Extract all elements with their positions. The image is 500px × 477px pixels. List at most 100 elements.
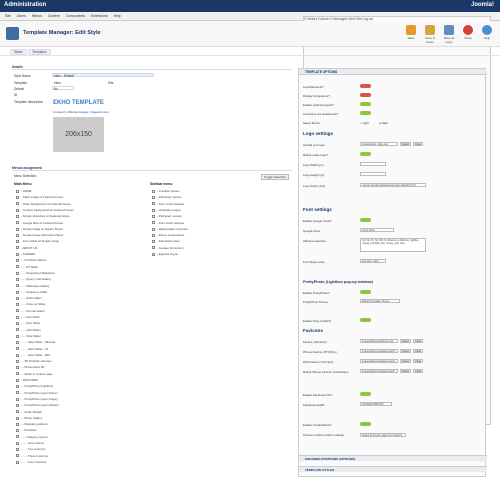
checkbox[interactable] [16, 397, 19, 401]
checkbox[interactable] [16, 441, 19, 445]
checkbox[interactable] [16, 227, 19, 231]
list-item[interactable]: - HOME [16, 189, 31, 193]
list-item[interactable]: - Dum sociis natoque [152, 221, 184, 225]
iphone-select-button[interactable]: Select [400, 349, 412, 353]
author-link[interactable]: Marius Hogas / hogash.com [69, 110, 109, 114]
list-item[interactable]: - Intro article w/ Simple image [16, 239, 59, 243]
affected-selectors-textarea[interactable]: h1, h2, h3, h4, h5, h6, #menu a, #submit… [360, 238, 426, 252]
list-item[interactable]: - Parhaved montes [152, 195, 181, 199]
checkbox[interactable] [16, 252, 19, 256]
retina-favicon-input[interactable]: images/favicons/apple-touch... [360, 369, 398, 373]
save-button[interactable]: Save [402, 25, 420, 40]
checkbox[interactable] [16, 214, 19, 218]
list-item[interactable]: - Video background w/ Featured boxes [16, 202, 71, 206]
menu-site[interactable]: Site [5, 14, 11, 18]
list-item[interactable]: - - - FP Slider [16, 265, 38, 269]
menu-content[interactable]: Content [48, 14, 60, 18]
list-item[interactable]: - Gesque fermentum [152, 246, 184, 250]
tipsy-tooltips-toggle[interactable] [360, 318, 371, 322]
retina-clear-button[interactable]: Clear [413, 369, 424, 373]
list-item[interactable]: - - PrettyPhoto (open image) [16, 397, 57, 401]
list-item[interactable]: - Simple image w/ Square Boxes [16, 227, 63, 231]
theme-dark-radio[interactable]: ● Dark [379, 121, 388, 125]
menu-extensions[interactable]: Extensions [91, 14, 108, 18]
ipad-select-button[interactable]: Select [400, 359, 412, 363]
template-styles-heading[interactable]: TEMPLATE STYLES [299, 466, 487, 472]
list-item[interactable]: - - - - Three Columns [16, 454, 48, 458]
checkbox[interactable] [16, 353, 19, 357]
font-styles-input[interactable]: font-size: 14px [360, 259, 386, 263]
list-item[interactable]: - - Photomatrix 3D [16, 365, 44, 369]
checkbox[interactable] [152, 240, 155, 244]
help-button[interactable]: Help [478, 25, 496, 40]
prettyphoto-toggle[interactable] [360, 290, 371, 294]
checkbox[interactable] [16, 189, 19, 193]
list-item[interactable]: - - PrettyPhoto (Lightbox) [16, 384, 53, 388]
list-item[interactable]: - Parhaved montes [152, 214, 181, 218]
list-item[interactable]: - - Photo Gallery [16, 416, 42, 420]
menu-users[interactable]: Users [17, 14, 26, 18]
save-close-button[interactable]: Save & Close [421, 25, 439, 44]
checkbox[interactable] [16, 454, 19, 458]
checkbox[interactable] [16, 422, 19, 426]
list-item[interactable]: - Simple Image with Audio Player [16, 233, 63, 237]
checkbox[interactable] [16, 416, 19, 420]
checkbox[interactable] [16, 347, 19, 351]
checkbox[interactable] [152, 214, 155, 218]
optimize-layout-toggle[interactable] [360, 102, 371, 106]
checkbox[interactable] [16, 277, 19, 281]
ipad-favicon-input[interactable]: images/favicons/apple-touch... [360, 359, 398, 363]
checkbox[interactable] [16, 435, 19, 439]
checkbox[interactable] [16, 246, 19, 250]
encoded-positions-heading[interactable]: ENCODED POSITIONS (OPTIONS) [299, 455, 487, 461]
ipad-clear-button[interactable]: Clear [413, 359, 424, 363]
tab-styles[interactable]: Styles [10, 49, 27, 55]
list-item[interactable]: - - - - Slow Slider - Minimal [16, 340, 55, 344]
list-item[interactable]: - Parmetitori vitae [152, 239, 180, 243]
compress-css-toggle[interactable] [360, 111, 371, 115]
list-item[interactable]: - Vulputate magna [152, 208, 181, 212]
checkbox[interactable] [152, 227, 155, 231]
checkbox[interactable] [16, 460, 19, 464]
list-item[interactable]: - Youtube background w/ Featured boxes [16, 208, 74, 212]
list-item[interactable]: - - 3D Portfolio carousel [16, 359, 51, 363]
prettyphoto-theme-select[interactable]: EKHO Template Theme [360, 299, 400, 303]
save-copy-button[interactable]: Save as Copy [440, 25, 458, 44]
list-item[interactable]: - Static image w/ Featured boxes [16, 195, 63, 199]
list-item[interactable]: - - - Vimeo.js Slider [16, 302, 46, 306]
checkbox[interactable] [16, 284, 19, 288]
list-item[interactable]: - - - Flex Slider [16, 315, 40, 319]
list-item[interactable]: - - - - Two Columns [16, 447, 46, 451]
checkbox[interactable] [16, 303, 19, 307]
checkbox[interactable] [16, 221, 19, 225]
checkbox[interactable] [152, 208, 155, 212]
logo-width-input[interactable] [360, 162, 386, 166]
iphone-clear-button[interactable]: Clear [413, 349, 424, 353]
list-item[interactable]: - Malesuadas commodo [152, 227, 188, 231]
checkbox[interactable] [16, 391, 19, 395]
checkbox[interactable] [16, 359, 19, 363]
list-item[interactable]: - - Slider in content page [16, 372, 53, 376]
list-item[interactable]: - Condiitoi portem [152, 189, 180, 193]
logo-height-input[interactable] [360, 172, 386, 176]
list-item[interactable]: - - Portfolios Sliders [16, 258, 46, 262]
cookie-notice-toggle[interactable] [360, 422, 371, 426]
checkbox[interactable] [16, 366, 19, 370]
checkbox[interactable] [16, 328, 19, 332]
google-fonts-select[interactable]: Open Sans [360, 228, 394, 232]
checkbox[interactable] [16, 322, 19, 326]
facebook-og-toggle[interactable] [360, 392, 371, 396]
iphone-favicon-input[interactable]: images/favicons/apple-touch... [360, 349, 398, 353]
checkbox[interactable] [16, 334, 19, 338]
retina-logo-toggle[interactable] [360, 152, 371, 156]
checkbox[interactable] [16, 265, 19, 269]
list-item[interactable]: - - - - Four Columns [16, 460, 46, 464]
checkbox[interactable] [16, 196, 19, 200]
tab-templates[interactable]: Templates [28, 49, 51, 55]
checkbox[interactable] [16, 410, 19, 414]
checkbox[interactable] [152, 252, 155, 256]
retina-select-button[interactable]: Select [400, 369, 412, 373]
list-item[interactable]: - Donec consectetuer [152, 233, 184, 237]
checkbox[interactable] [16, 429, 19, 433]
checkbox[interactable] [152, 246, 155, 250]
